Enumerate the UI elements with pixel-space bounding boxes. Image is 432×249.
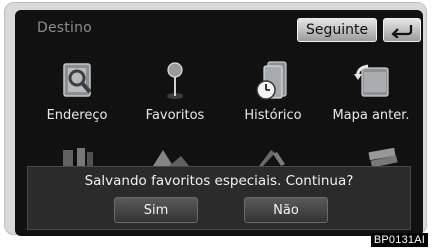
address-book-icon <box>63 63 92 97</box>
yes-button[interactable]: Sim <box>114 197 198 223</box>
menu-item-label: Endereço <box>46 108 108 123</box>
menu-item-address[interactable]: Endereço <box>31 58 123 136</box>
return-arrow-icon <box>391 25 413 38</box>
navigation-screen: Destino Seguinte Endereço Favoritos Hist… <box>15 10 423 236</box>
landmark-icon <box>153 150 189 166</box>
menu-item-favorites[interactable]: Favoritos <box>129 58 221 136</box>
menu-item-label: Histórico <box>244 108 302 123</box>
no-button[interactable]: Não <box>244 197 328 223</box>
route-icon <box>63 148 93 166</box>
menu-item-label: Mapa anter. <box>332 108 410 123</box>
next-button[interactable]: Seguinte <box>297 18 377 42</box>
previous-map-icon <box>354 64 389 97</box>
confirmation-dialog: Salvando favoritos especiais. Continua? … <box>27 166 411 230</box>
tools-icon <box>259 150 285 166</box>
favorites-pin-icon <box>167 62 183 99</box>
menu-item-label: Favoritos <box>145 108 205 123</box>
history-clock-icon <box>256 61 287 100</box>
dialog-message: Salvando favoritos especiais. Continua? <box>84 173 354 189</box>
road-sign-icon <box>368 147 398 166</box>
figure-code: BP0131AI <box>370 233 428 247</box>
device-frame: Destino Seguinte Endereço Favoritos Hist… <box>4 2 427 236</box>
back-button[interactable] <box>383 18 421 42</box>
screen-title: Destino <box>37 20 92 36</box>
menu-item-previous-map[interactable]: Mapa anter. <box>321 58 421 136</box>
menu-item-history[interactable]: Histórico <box>227 58 319 136</box>
